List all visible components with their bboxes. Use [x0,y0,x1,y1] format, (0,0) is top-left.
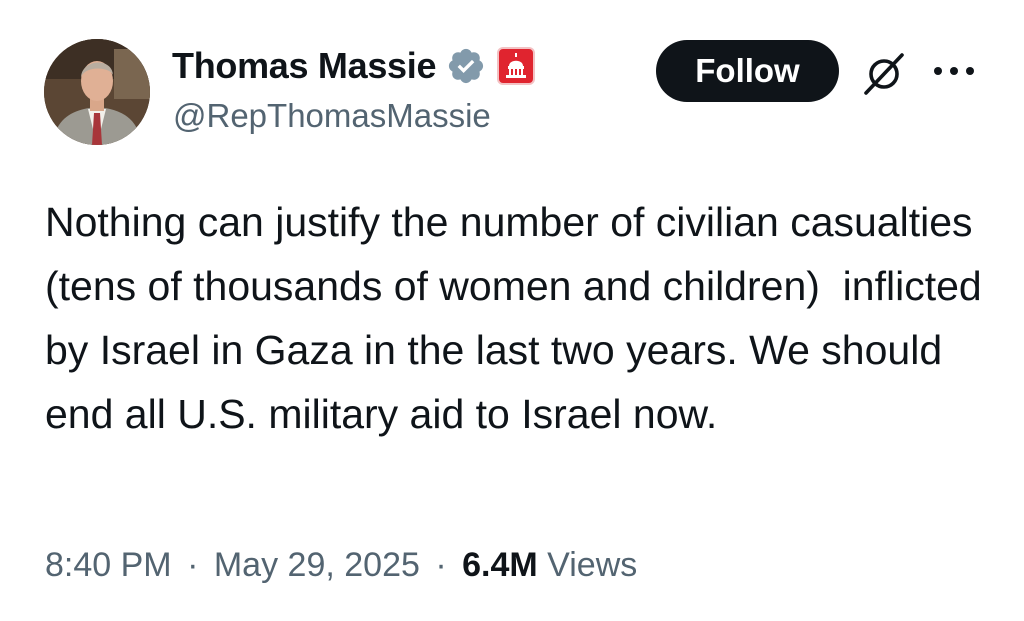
author-handle[interactable]: @RepThomasMassie [173,97,491,135]
views-count[interactable]: 6.4M [462,546,538,584]
verified-badge-icon[interactable] [446,46,486,86]
grok-icon[interactable] [860,50,908,98]
meta-separator: · [435,546,447,584]
more-options-icon[interactable] [932,64,976,78]
tweet-text: Nothing can justify the number of civili… [45,199,994,437]
avatar-photo [44,39,150,145]
tweet-meta: 8:40 PM · May 29, 2025 · 6.4M Views [45,546,637,585]
tweet-time[interactable]: 8:40 PM [45,546,172,584]
tweet-date[interactable]: May 29, 2025 [214,546,420,584]
us-house-capitol-icon[interactable] [496,46,536,86]
avatar[interactable] [44,39,150,145]
views-label: Views [547,546,638,584]
follow-button[interactable]: Follow [656,40,839,102]
author-name-row: Thomas Massie [172,42,536,90]
meta-separator: · [187,546,199,584]
author-display-name[interactable]: Thomas Massie [172,45,437,87]
